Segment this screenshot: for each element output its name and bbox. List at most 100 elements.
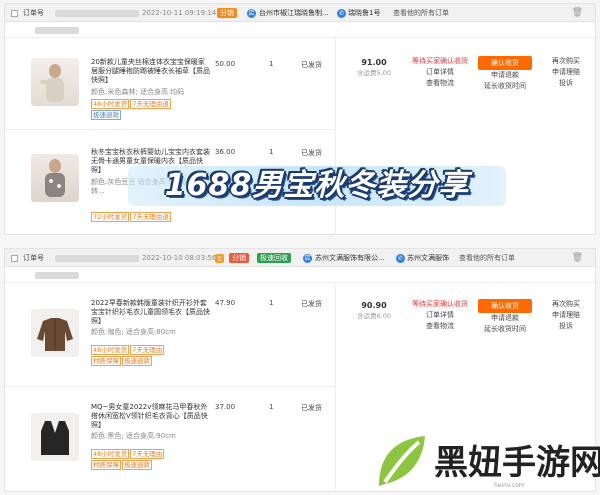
confirm-receipt-button[interactable]: 确认收货 [478, 56, 532, 70]
shop-icon: 店 [303, 254, 312, 263]
view-all-orders-link[interactable]: 查看他的所有订单 [459, 253, 515, 263]
service-badge: 7天无理由退 [130, 99, 171, 109]
unit-price: 37.00 [215, 403, 236, 411]
view-logistics-link[interactable]: 查看物流 [409, 321, 471, 332]
watermark-text: 黑妞手游网 [434, 443, 600, 483]
order-detail-link[interactable]: 订单详情 [409, 310, 471, 321]
list-item: MQ~男女童2022v领麻花马甲春秋外搭休闲宽松V领针织毛衣背心【质品快照】 颜… [5, 387, 335, 491]
unit-price: 36.00 [215, 148, 236, 156]
total-amount: 90.90 [361, 301, 387, 310]
chat-seller-link[interactable]: 瑞晓鲁1号 [348, 8, 380, 18]
quantity: 1 [269, 148, 274, 156]
service-badge: 极速退款 [91, 110, 121, 120]
order-checkbox[interactable] [11, 10, 18, 17]
view-logistics-link[interactable]: 查看物流 [409, 78, 471, 89]
watermark-url: heinv.com [494, 482, 525, 489]
more-actions: 再次购买 申请理赔 投诉 [537, 56, 595, 89]
sweater-photo-icon [37, 318, 73, 351]
quantity: 1 [269, 403, 274, 411]
product-attributes: 颜色:米色森林; 适合身高:均码 [91, 88, 185, 96]
service-badges: 72小时发货 7天无理由退 [91, 212, 211, 223]
product-image[interactable] [31, 309, 79, 357]
list-item: 20新款儿童夹丝棉连体衣宝宝保暖家居服分腿睡袍防踢被睡衣长袖草【质品快照】 颜色… [5, 38, 335, 130]
refund-link[interactable]: 申请退款 [475, 70, 535, 81]
order-subheader [5, 22, 595, 38]
section-gap [0, 236, 600, 246]
order-header: 订单号 2022-10-11 09:19:14 分销 店 台州市椒江瑞晓鲁制..… [5, 4, 595, 22]
unit-price: 50.00 [215, 60, 236, 68]
product-image[interactable] [31, 58, 79, 106]
product-attributes: 颜色:黑色; 适合身高:90cm [91, 432, 176, 440]
shipping-fee: 含运费6.00 [357, 312, 391, 320]
quantity: 1 [269, 60, 274, 68]
shop-name[interactable]: 苏州文满服饰有限公... [315, 253, 385, 263]
order-actions: 确认收货 申请退款 延长收货时间 [475, 299, 535, 335]
vest-photo-icon [41, 421, 69, 455]
service-badge: 48小时发货 [91, 345, 130, 355]
product-title[interactable]: 2022早春新款韩版童装针织开衫外套 宝宝针织衫毛衣儿童圆领毛衣【质品快照】 [91, 299, 211, 326]
phone-icon: ▯ [215, 254, 224, 263]
shop-name[interactable]: 台州市椒江瑞晓鲁制... [259, 8, 329, 18]
order-header: 订单号 2022-10-10 08:03:56 ▯ 分销 极速回收 店 苏州文满… [5, 249, 595, 267]
complaint-link[interactable]: 投诉 [537, 78, 595, 89]
service-badge: 48小时发货 [91, 99, 130, 109]
extend-receipt-link[interactable]: 延长收货时间 [475, 324, 535, 335]
trash-icon[interactable]: 🗑 [572, 8, 583, 18]
order-status: 等待买家确认收货 订单详情 查看物流 [409, 56, 471, 89]
service-badges: 48小时发货 7天无理由退 极速退款 [91, 99, 211, 121]
shop-icon: 店 [247, 9, 256, 18]
baby-photo-icon [40, 64, 64, 102]
service-badge: 材质保障 [91, 460, 121, 470]
order-checkbox[interactable] [11, 255, 18, 262]
status-text: 等待买家确认收货 [412, 300, 468, 308]
item-status: 已发货 [301, 404, 322, 412]
list-item: 2022早春新款韩版童装针织开衫外套 宝宝针织衫毛衣儿童圆领毛衣【质品快照】 颜… [5, 283, 335, 387]
order-detail-link[interactable]: 订单详情 [409, 67, 471, 78]
service-badge: 7天无理由退 [130, 212, 171, 222]
confirm-receipt-button[interactable]: 确认收货 [478, 299, 532, 313]
order-number-blurred [55, 255, 139, 262]
service-badges: 48小时发货 7天无理由 材质保障 极速退款 [91, 449, 211, 471]
buy-again-link[interactable]: 再次购买 [537, 299, 595, 310]
blurred-text [35, 27, 79, 34]
order-number-blurred [55, 10, 139, 17]
claim-link[interactable]: 申请理赔 [537, 310, 595, 321]
product-attributes: 颜色:咖色; 适合身高:80cm [91, 328, 176, 336]
refund-link[interactable]: 申请退款 [475, 313, 535, 324]
service-badge: 极速退款 [122, 460, 152, 470]
complaint-link[interactable]: 投诉 [537, 321, 595, 332]
product-image[interactable] [31, 154, 79, 202]
item-status: 已发货 [301, 149, 322, 157]
service-badge: 极速退款 [122, 356, 152, 366]
watermark-leaf-icon [379, 436, 425, 486]
order-time: 2022-10-10 08:03:56 [142, 254, 217, 262]
trash-icon[interactable]: 🗑 [572, 253, 583, 263]
divider [335, 283, 336, 491]
shipping-fee: 含运费5.00 [357, 69, 391, 77]
chat-icon[interactable]: ✆ [396, 254, 405, 263]
distribution-tag: 分销 [217, 8, 237, 18]
quantity: 1 [269, 299, 274, 307]
service-badge: 材质保障 [91, 356, 121, 366]
buy-again-link[interactable]: 再次购买 [537, 56, 595, 67]
order-amount: 91.00 含运费5.00 [339, 58, 409, 77]
extend-receipt-link[interactable]: 延长收货时间 [475, 81, 535, 92]
order-status: 等待买家确认收货 订单详情 查看物流 [409, 299, 471, 332]
order-subheader [5, 267, 595, 283]
view-all-orders-link[interactable]: 查看他的所有订单 [393, 8, 449, 18]
chat-icon[interactable]: ✆ [337, 9, 346, 18]
product-title[interactable]: 20新款儿童夹丝棉连体衣宝宝保暖家居服分腿睡袍防踢被睡衣长袖草【质品快照】 [91, 58, 211, 85]
claim-link[interactable]: 申请理赔 [537, 67, 595, 78]
total-amount: 91.00 [361, 58, 387, 67]
order-time: 2022-10-11 09:19:14 [142, 9, 217, 17]
product-title[interactable]: MQ~男女童2022v领麻花马甲春秋外搭休闲宽松V领针织毛衣背心【质品快照】 [91, 403, 211, 430]
order-amount: 90.90 含运费6.00 [339, 301, 409, 320]
overlay-banner: 1688男宝秋冬装分享 [128, 166, 506, 206]
service-badge: 7天无理由 [130, 345, 165, 355]
service-badge: 7天无理由 [130, 449, 165, 459]
service-badge: 72小时发货 [91, 212, 130, 222]
product-image[interactable] [31, 413, 79, 461]
chat-seller-link[interactable]: 苏州文满服饰 [407, 253, 449, 263]
order-number-label: 订单号 [23, 9, 44, 17]
distribution-tag: 分销 [229, 253, 249, 263]
